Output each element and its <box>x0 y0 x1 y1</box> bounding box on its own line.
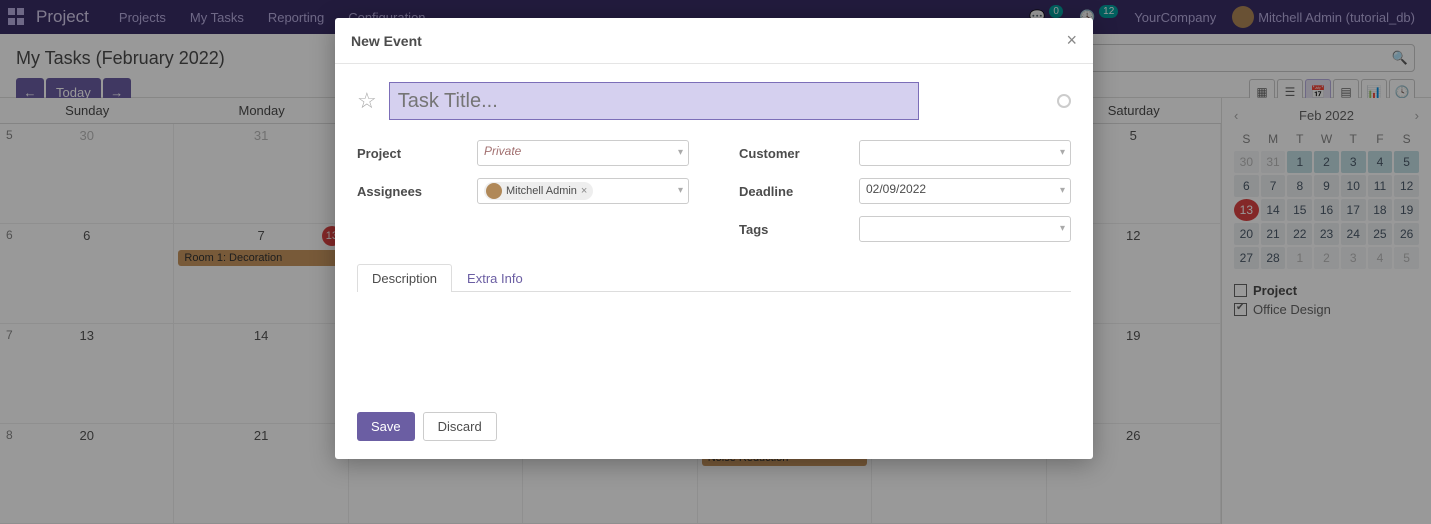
chevron-down-icon: ▾ <box>678 185 683 196</box>
deadline-label: Deadline <box>739 184 859 199</box>
tags-label: Tags <box>739 222 859 237</box>
project-label: Project <box>357 146 477 161</box>
chevron-down-icon: ▾ <box>678 147 683 158</box>
assignees-select[interactable]: Mitchell Admin× ▾ <box>477 178 689 204</box>
close-icon[interactable]: × <box>1066 30 1077 51</box>
description-editor[interactable] <box>357 292 1071 382</box>
project-select[interactable]: Private▾ <box>477 140 689 166</box>
assignee-tag: Mitchell Admin× <box>484 182 593 200</box>
chevron-down-icon: ▾ <box>1060 223 1065 234</box>
assignees-label: Assignees <box>357 184 477 199</box>
tags-select[interactable]: ▾ <box>859 216 1071 242</box>
discard-button[interactable]: Discard <box>423 412 497 441</box>
new-event-modal: New Event × ☆ Project Private▾ Assignees… <box>335 18 1093 459</box>
chevron-down-icon: ▾ <box>1060 147 1065 158</box>
tab-extra-info[interactable]: Extra Info <box>452 264 538 292</box>
save-button[interactable]: Save <box>357 412 415 441</box>
customer-select[interactable]: ▾ <box>859 140 1071 166</box>
customer-label: Customer <box>739 146 859 161</box>
chevron-down-icon: ▾ <box>1060 185 1065 196</box>
task-title-input[interactable] <box>389 82 919 120</box>
deadline-input[interactable]: 02/09/2022▾ <box>859 178 1071 204</box>
stage-indicator-icon[interactable] <box>1057 94 1071 108</box>
avatar <box>486 183 502 199</box>
remove-tag-icon[interactable]: × <box>581 185 587 197</box>
modal-title: New Event <box>351 33 422 49</box>
tab-description[interactable]: Description <box>357 264 452 292</box>
priority-star-icon[interactable]: ☆ <box>357 88 377 114</box>
